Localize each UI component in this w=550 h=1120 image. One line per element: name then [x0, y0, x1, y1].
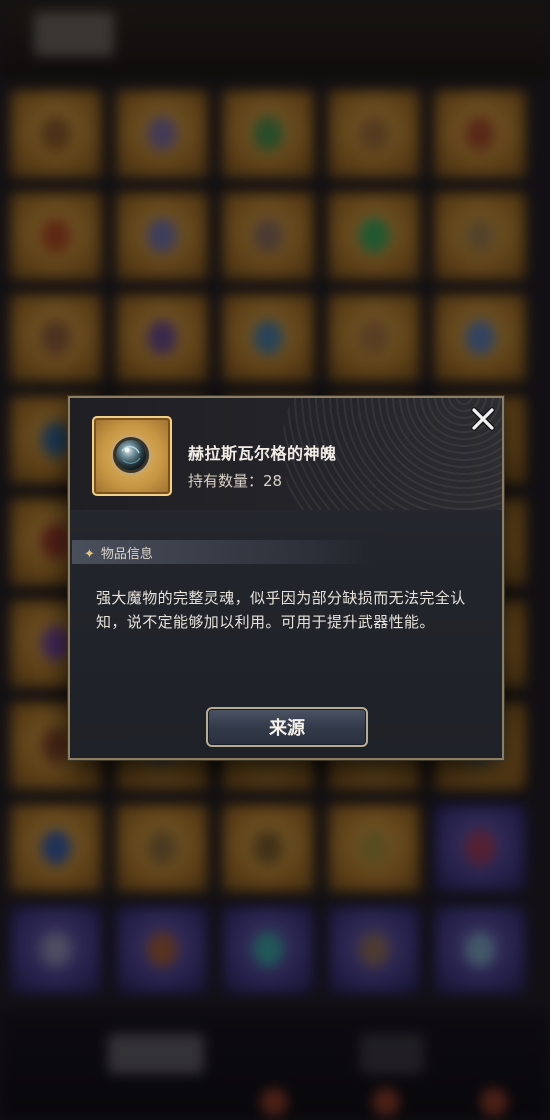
- sparkle-icon: ✦: [84, 547, 95, 562]
- inventory-slot[interactable]: [114, 190, 210, 282]
- inventory-slot[interactable]: [432, 292, 528, 384]
- item-count-value: 28: [263, 472, 283, 490]
- inventory-slot[interactable]: [114, 292, 210, 384]
- inventory-slot[interactable]: [326, 904, 422, 996]
- soul-orb-icon: [111, 435, 151, 475]
- inventory-slot[interactable]: [220, 802, 316, 894]
- inventory-slot[interactable]: [8, 904, 104, 996]
- inventory-slot[interactable]: [114, 88, 210, 180]
- inventory-title-blurred: [34, 12, 114, 56]
- inventory-slot[interactable]: [432, 88, 528, 180]
- inventory-slot[interactable]: [8, 88, 104, 180]
- inventory-slot[interactable]: [326, 190, 422, 282]
- inventory-slot[interactable]: [8, 190, 104, 282]
- close-button[interactable]: [468, 404, 498, 434]
- item-name: 赫拉斯瓦尔格的神魄: [188, 444, 337, 463]
- bottom-tab[interactable]: [108, 1034, 204, 1074]
- inventory-slot[interactable]: [220, 88, 316, 180]
- inventory-slot[interactable]: [8, 802, 104, 894]
- inventory-slot[interactable]: [326, 88, 422, 180]
- item-description: 强大魔物的完整灵魂，似乎因为部分缺损而无法完全认知，说不定能够加以利用。可用于提…: [96, 589, 466, 631]
- source-button[interactable]: 来源: [206, 707, 368, 747]
- inventory-slot[interactable]: [220, 190, 316, 282]
- inventory-slot[interactable]: [8, 292, 104, 384]
- inventory-slot[interactable]: [114, 802, 210, 894]
- inventory-slot[interactable]: [432, 802, 528, 894]
- item-count-label: 持有数量：: [188, 472, 264, 490]
- bottom-dot: [480, 1088, 508, 1116]
- game-screen: 赫拉斯瓦尔格的神魄 持有数量：28 ✦ 物品信息 强大魔物的完整灵魂，似乎因为部分…: [0, 0, 550, 1120]
- item-detail-dialog: 赫拉斯瓦尔格的神魄 持有数量：28 ✦ 物品信息 强大魔物的完整灵魂，似乎因为部分…: [68, 396, 504, 760]
- inventory-slot[interactable]: [326, 802, 422, 894]
- inventory-slot[interactable]: [114, 904, 210, 996]
- bottom-dot: [260, 1088, 288, 1116]
- inventory-slot[interactable]: [220, 904, 316, 996]
- inventory-slot[interactable]: [220, 292, 316, 384]
- item-icon-frame: [92, 416, 172, 496]
- close-icon: [471, 407, 495, 431]
- item-count-row: 持有数量：28: [188, 470, 282, 491]
- section-title: ✦ 物品信息: [84, 543, 153, 562]
- bottom-tab[interactable]: [360, 1034, 424, 1074]
- source-button-label: 来源: [269, 718, 305, 739]
- bottom-dot: [372, 1088, 400, 1116]
- inventory-slot[interactable]: [432, 904, 528, 996]
- section-title-text: 物品信息: [100, 547, 153, 562]
- inventory-slot[interactable]: [326, 292, 422, 384]
- inventory-slot[interactable]: [432, 190, 528, 282]
